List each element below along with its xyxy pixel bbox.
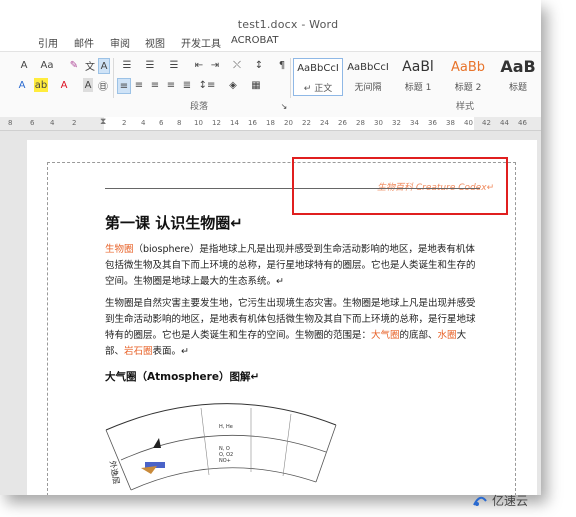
style-no-spacing[interactable]: AaBbCcI 无间隔 [343,58,393,94]
char-border-icon[interactable]: A [98,58,110,74]
paragraph-1[interactable]: 生物圈（biosphere）是指地球上凡是出现并感受到生命活动影响的地区，是地表… [105,242,480,290]
align-left-icon[interactable]: ≡ [117,78,131,94]
window-title: test1.docx - Word [237,18,339,31]
char-shading-icon[interactable]: A [83,78,93,92]
enclose-char-icon[interactable]: ㊐ [97,78,109,93]
style-heading-1[interactable]: AaBl 标题 1 [393,58,443,94]
increase-indent-icon[interactable]: ⇥ [208,58,222,72]
chinese-layout-icon[interactable]: ⤬ [228,58,246,72]
watermark: 亿速云 [472,492,528,509]
tab-acrobat[interactable]: ACROBAT [231,35,279,46]
grow-font-icon[interactable]: A [18,58,30,72]
header-highlight-box [292,157,508,215]
borders-icon[interactable]: ▦ [248,78,264,92]
text-effect-icon[interactable]: A [16,78,28,92]
show-marks-icon[interactable]: ¶ [276,58,288,72]
highlight-icon[interactable]: ab [34,78,48,92]
line-spacing-icon[interactable]: ↕≡ [199,78,216,92]
justify-icon[interactable]: ≡ [165,78,177,92]
change-case-button[interactable]: Aa [38,58,56,72]
numbering-icon[interactable]: ☰ [141,58,159,72]
style-normal[interactable]: AaBbCcI ↵ 正文 [293,58,343,96]
distributed-icon[interactable]: ≣ [181,78,193,92]
ribbon: A Aa ✎ 文 A A ab A A ㊐ ☰ ☰ ☰ ⇤ ⇥ ⤬ ↕ ¶ ≡ … [0,51,541,118]
styles-gallery: AaBbCcI ↵ 正文 AaBbCcI 无间隔 AaBl 标题 1 AaBb … [293,57,541,96]
ribbon-tabs: 引用 邮件 审阅 视图 开发工具 ACROBAT [0,33,541,51]
paragraph-dialog-launcher[interactable]: ↘ [280,99,288,113]
word-window: test1.docx - Word 引用 邮件 审阅 视图 开发工具 ACROB… [0,0,541,495]
align-right-icon[interactable]: ≡ [149,78,161,92]
yisu-logo-icon [473,496,487,506]
title-bar: test1.docx - Word [0,0,541,31]
font-color-icon[interactable]: A [58,78,70,92]
sort-icon[interactable]: ↕ [252,58,266,72]
align-center-icon[interactable]: ≡ [133,78,145,92]
atmosphere-diagram[interactable]: H, He N, O O, O2 NO+ 外逸层 [101,390,341,495]
phonetic-guide-icon[interactable]: 文 [84,58,96,73]
styles-group-label: 样式 [456,102,475,112]
horizontal-ruler[interactable]: 8 6 4 2 ⧗ 2 4 6 8 10 12 14 16 18 20 22 2… [0,117,541,131]
style-heading-2[interactable]: AaBb 标题 2 [443,58,493,94]
bullets-icon[interactable]: ☰ [118,58,136,72]
tab-references[interactable]: 引用 [38,35,58,50]
doc-heading[interactable]: 第一课 认识生物圈↵ [105,212,243,233]
tab-developer[interactable]: 开发工具 [181,35,221,50]
tab-view[interactable]: 视图 [145,35,165,50]
doc-subheading[interactable]: 大气圈（Atmosphere）图解↵ [105,369,259,384]
multilevel-list-icon[interactable]: ☰ [165,58,183,72]
paragraph-group-label: 段落 [190,102,209,112]
decrease-indent-icon[interactable]: ⇤ [192,58,206,72]
clear-format-icon[interactable]: ✎ [68,58,80,72]
watermark-text: 亿速云 [492,494,529,508]
diagram-label-3: NO+ [219,458,231,464]
shading-icon[interactable]: ◈ [225,78,241,92]
tab-mailings[interactable]: 邮件 [74,35,94,50]
diagram-label-0: H, He [219,424,233,430]
paragraph-2[interactable]: 生物圈是自然灾害主要发生地，它污生出现境生态灾害。生物圈是地球上凡是出现并感受到… [105,296,480,360]
tab-review[interactable]: 审阅 [110,35,130,50]
indent-marker-icon[interactable]: ⧗ [100,117,106,127]
style-title[interactable]: AaB 标题 [493,57,541,94]
